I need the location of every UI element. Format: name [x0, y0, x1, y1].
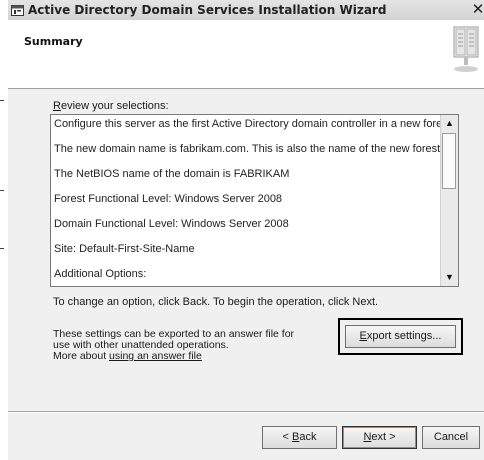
review-label: Review your selections:	[53, 100, 169, 112]
wizard-header: Summary	[8, 20, 484, 89]
close-button[interactable]: ✕	[469, 1, 484, 18]
footer-divider	[8, 411, 484, 413]
summary-line: The new domain name is fabrikam.com. Thi…	[54, 143, 444, 155]
scroll-thumb[interactable]	[442, 133, 456, 189]
summary-listbox[interactable]: Configure this server as the first Activ…	[50, 114, 459, 287]
wizard-window-icon	[11, 4, 24, 16]
summary-text: Configure this server as the first Activ…	[54, 117, 454, 292]
scroll-down-arrow-icon[interactable]: ▼	[441, 269, 458, 286]
edge-mark	[0, 100, 4, 101]
wizard-content: Review your selections: Configure this s…	[8, 89, 484, 460]
cancel-button[interactable]: Cancel	[422, 426, 480, 449]
export-settings-button[interactable]: Export settings...	[345, 325, 456, 348]
summary-line: Forest Functional Level: Windows Server …	[54, 193, 283, 205]
vertical-scrollbar[interactable]: ▲ ▼	[440, 115, 458, 286]
edge-mark	[0, 248, 4, 249]
scroll-up-arrow-icon[interactable]: ▲	[441, 115, 458, 132]
summary-line: Site: Default-First-Site-Name	[54, 243, 195, 255]
export-description-text: These settings can be exported to an ans…	[53, 328, 295, 351]
summary-line: Configure this server as the first Activ…	[54, 118, 454, 130]
server-book-icon	[450, 25, 482, 75]
next-button[interactable]: Next >	[342, 426, 417, 449]
title-bar: Active Directory Domain Services Install…	[8, 0, 484, 21]
export-description: These settings can be exported to an ans…	[53, 329, 313, 362]
back-button[interactable]: < Back	[262, 426, 337, 449]
edge-mark	[0, 190, 4, 191]
window-title: Active Directory Domain Services Install…	[28, 3, 387, 17]
answer-file-link[interactable]: using an answer file	[109, 350, 202, 362]
instructions-text: To change an option, click Back. To begi…	[53, 296, 379, 308]
summary-line: Additional Options:	[54, 268, 147, 280]
summary-line: The NetBIOS name of the domain is FABRIK…	[54, 168, 290, 180]
page-title: Summary	[24, 35, 83, 48]
more-about-text: More about	[53, 350, 110, 362]
summary-line: Domain Functional Level: Windows Server …	[54, 218, 289, 230]
